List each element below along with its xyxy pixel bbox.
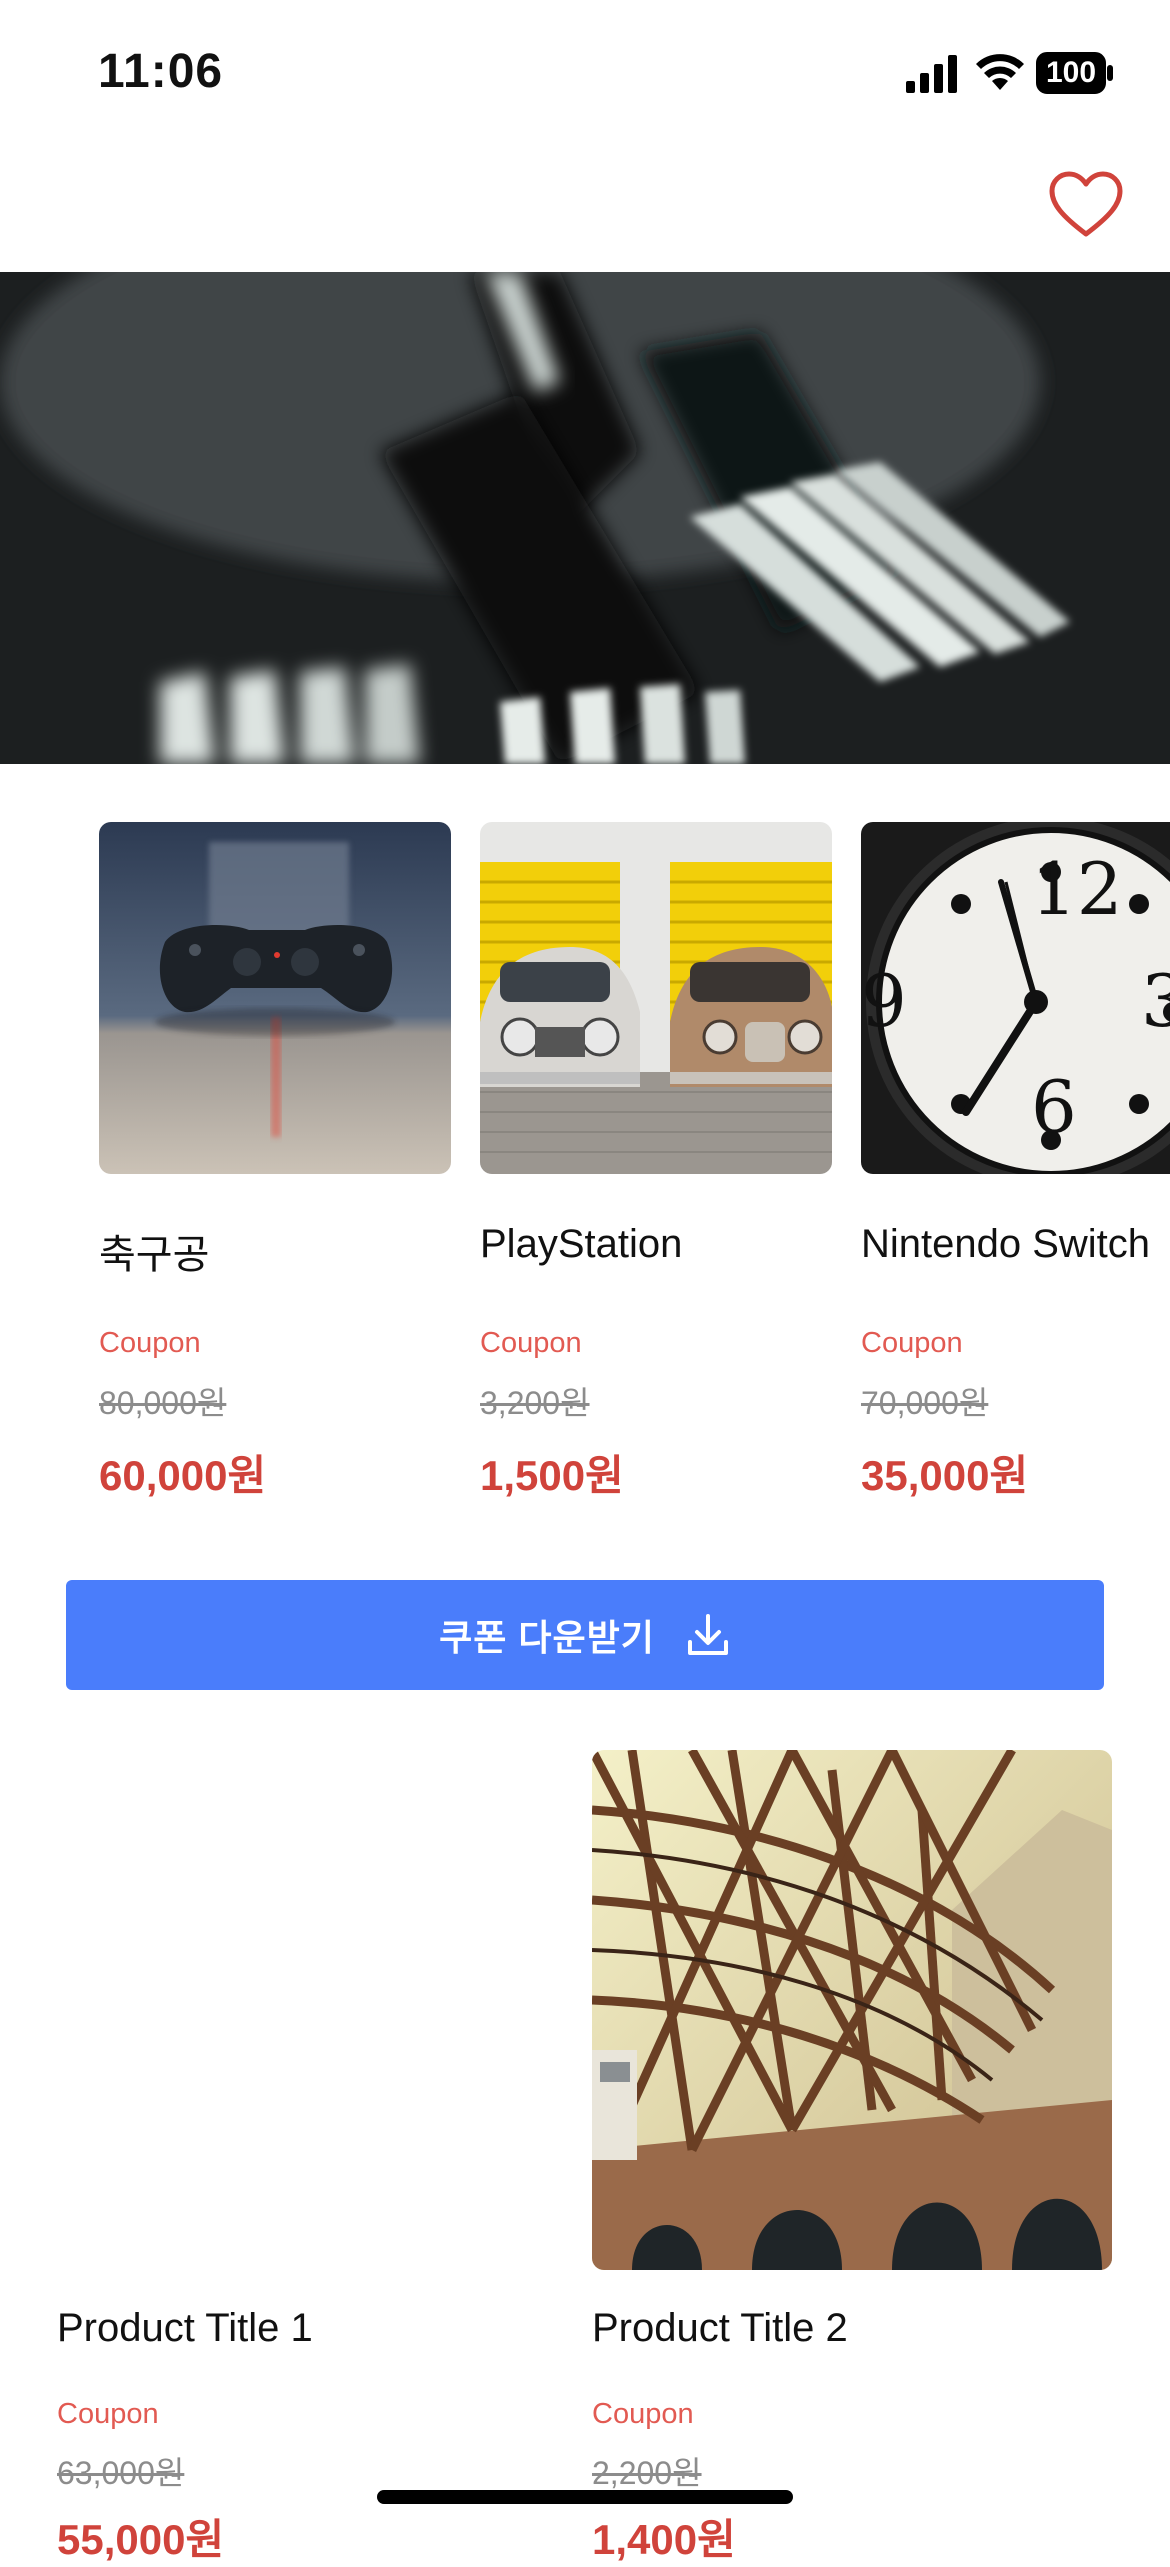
original-price: 63,000원 bbox=[57, 2455, 185, 2491]
carousel-card[interactable]: 12 3 6 9 Nintendo Switch Coupon 70,000원 … bbox=[861, 822, 1170, 1499]
forks-photo bbox=[0, 272, 1170, 764]
original-price: 70,000원 bbox=[861, 1385, 989, 1421]
coupon-label: Coupon bbox=[99, 1327, 201, 1359]
product-title: Nintendo Switch bbox=[861, 1222, 1151, 1266]
original-price: 3,200원 bbox=[480, 1385, 590, 1421]
product-title: Product Title 2 bbox=[592, 2306, 848, 2350]
hero-banner-image bbox=[0, 272, 1170, 764]
coupon-label: Coupon bbox=[57, 2398, 159, 2430]
coupon-download-label: 쿠폰 다운받기 bbox=[439, 1617, 655, 1658]
sale-price: 35,000원 bbox=[861, 1452, 1029, 1499]
product-image bbox=[57, 1750, 577, 2270]
svg-text:3: 3 bbox=[1141, 959, 1170, 1043]
sale-price: 55,000원 bbox=[57, 2516, 225, 2563]
product-title: PlayStation bbox=[480, 1222, 683, 1266]
svg-text:6: 6 bbox=[1031, 1065, 1077, 1149]
cellular-signal-icon bbox=[906, 55, 957, 93]
product-image bbox=[592, 1750, 1112, 2270]
coupon-product-carousel[interactable]: 축구공 Coupon 80,000원 60,000원 PlayStation C… bbox=[0, 822, 1170, 1502]
product-image bbox=[99, 822, 451, 1174]
product-title: Product Title 1 bbox=[57, 2306, 313, 2350]
original-price: 2,200원 bbox=[592, 2455, 702, 2491]
coupon-download-button[interactable]: 쿠폰 다운받기 bbox=[66, 1580, 1104, 1690]
sale-price: 1,400원 bbox=[592, 2516, 736, 2563]
sale-price: 60,000원 bbox=[99, 1452, 267, 1499]
coupon-label: Coupon bbox=[592, 2398, 694, 2430]
product-title: 축구공 bbox=[99, 1233, 210, 1277]
download-icon bbox=[687, 1614, 728, 1655]
svg-text:12: 12 bbox=[1031, 847, 1123, 931]
sale-price: 1,500원 bbox=[480, 1452, 624, 1499]
coupon-label: Coupon bbox=[861, 1327, 963, 1359]
heart-outline-icon[interactable] bbox=[1048, 170, 1124, 240]
product-image bbox=[480, 822, 832, 1174]
svg-text:9: 9 bbox=[861, 959, 907, 1043]
product-card[interactable]: Product Title 1 Coupon 63,000원 55,000원 bbox=[57, 1750, 577, 2563]
home-indicator bbox=[377, 2490, 793, 2504]
coupon-label: Coupon bbox=[480, 1327, 582, 1359]
original-price: 80,000원 bbox=[99, 1385, 227, 1421]
product-image: 12 3 6 9 bbox=[861, 822, 1170, 1174]
carousel-card[interactable]: PlayStation Coupon 3,200원 1,500원 bbox=[480, 822, 832, 1499]
status-bar: 11:06 100 bbox=[0, 0, 1170, 140]
wifi-icon bbox=[976, 54, 1024, 90]
carousel-card[interactable]: 축구공 Coupon 80,000원 60,000원 bbox=[99, 822, 451, 1499]
battery-level: 100 bbox=[1045, 56, 1097, 89]
product-card[interactable]: Product Title 2 Coupon 2,200원 1,400원 bbox=[592, 1750, 1112, 2563]
status-time: 11:06 bbox=[98, 45, 224, 98]
